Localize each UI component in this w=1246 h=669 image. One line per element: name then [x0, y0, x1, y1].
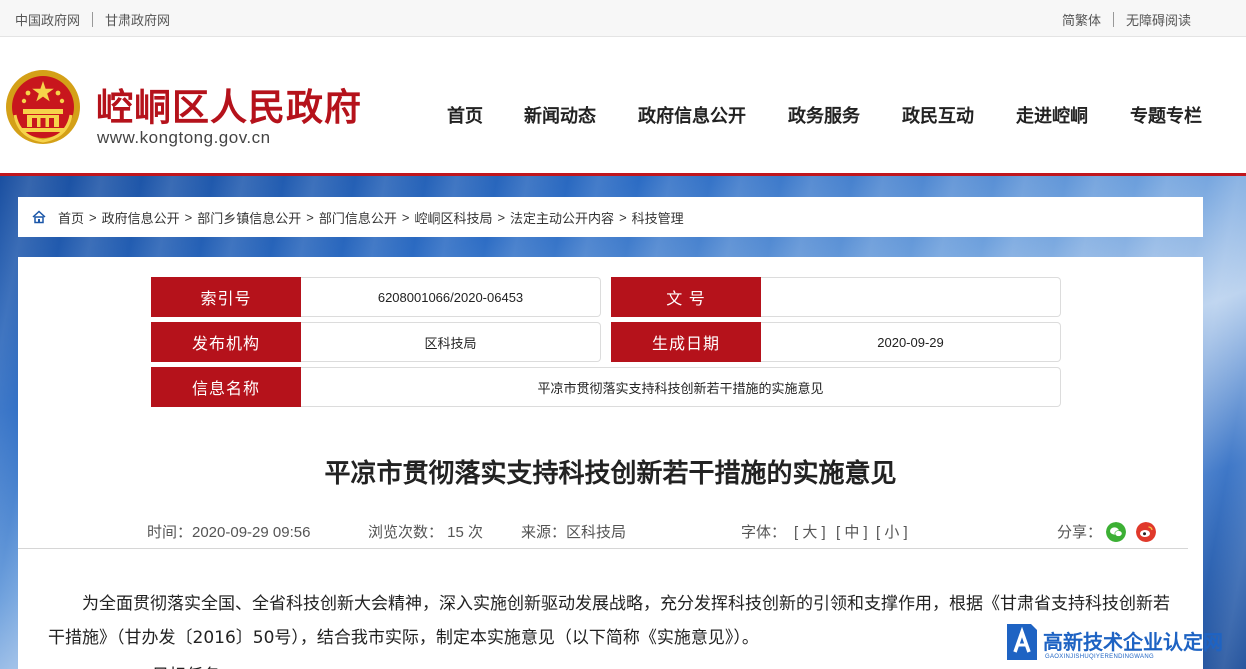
breadcrumb: 首页 > 政府信息公开 > 部门乡镇信息公开 > 部门信息公开 > 崆峒区科技局… [18, 197, 1203, 237]
meta-value: 2020-09-29 [761, 322, 1061, 362]
meta-label: 信息名称 [151, 367, 301, 407]
publish-time: 时间：2020-09-29 09:56 [147, 524, 311, 541]
site-name[interactable]: 崆峒区人民政府 [96, 77, 362, 131]
article-source: 来源：区科技局 [521, 524, 627, 541]
meta-label: 生成日期 [611, 322, 761, 362]
topbar-left-links: 中国政府网 甘肃政府网 [15, 10, 170, 29]
breadcrumb-item[interactable]: 首页 [58, 208, 84, 227]
meta-date: 生成日期 2020-09-29 [611, 322, 1061, 362]
home-icon[interactable] [32, 210, 46, 224]
site-url: www.kongtong.gov.cn [97, 128, 271, 147]
nav-news[interactable]: 新闻动态 [524, 102, 596, 128]
traditional-simplified-toggle[interactable]: 简繁体 [1062, 10, 1101, 29]
meta-doc-number: 文 号 [611, 277, 1061, 317]
breadcrumb-item[interactable]: 部门信息公开 [319, 208, 397, 227]
national-emblem-icon[interactable] [5, 67, 81, 147]
nav-interaction[interactable]: 政民互动 [902, 102, 974, 128]
breadcrumb-item[interactable]: 法定主动公开内容 [510, 208, 614, 227]
meta-value: 6208001066/2020-06453 [301, 277, 601, 317]
font-small-button[interactable]: [ 小 ] [876, 521, 908, 542]
wechat-icon[interactable] [1106, 522, 1126, 542]
breadcrumb-separator: > [306, 209, 314, 225]
meta-label: 文 号 [611, 277, 761, 317]
font-large-button[interactable]: [ 大 ] [794, 521, 826, 542]
breadcrumb-item[interactable]: 部门乡镇信息公开 [197, 208, 301, 227]
share-label: 分享： [1057, 524, 1103, 541]
link-gansu-gov[interactable]: 甘肃政府网 [105, 10, 170, 29]
nav-home[interactable]: 首页 [447, 102, 483, 128]
site-header: 崆峒区人民政府 www.kongtong.gov.cn 首页 新闻动态 政府信息… [0, 37, 1246, 175]
meta-publisher: 发布机构 区科技局 [151, 322, 601, 362]
breadcrumb-separator: > [497, 209, 506, 225]
breadcrumb-item[interactable]: 崆峒区科技局 [414, 208, 492, 227]
meta-info-name: 信息名称 平凉市贯彻落实支持科技创新若干措施的实施意见 [151, 367, 1061, 407]
meta-value: 平凉市贯彻落实支持科技创新若干措施的实施意见 [301, 367, 1061, 407]
meta-value [761, 277, 1061, 317]
link-china-gov[interactable]: 中国政府网 [15, 10, 80, 29]
breadcrumb-separator: > [401, 209, 410, 225]
weibo-icon[interactable] [1136, 522, 1156, 542]
breadcrumb-separator: > [89, 209, 97, 225]
font-size-label: 字体： [741, 524, 787, 541]
meta-divider [18, 548, 1188, 549]
watermark-logo-icon [1007, 624, 1037, 660]
breadcrumb-separator: > [619, 209, 627, 225]
meta-index: 索引号 6208001066/2020-06453 [151, 277, 601, 317]
divider [92, 12, 94, 27]
nav-special-topics[interactable]: 专题专栏 [1130, 102, 1202, 128]
breadcrumb-item-current[interactable]: 科技管理 [632, 208, 684, 227]
article-title: 平凉市贯彻落实支持科技创新若干措施的实施意见 [324, 459, 897, 489]
divider [1112, 12, 1114, 27]
accessibility-link[interactable]: 无障碍阅读 [1126, 10, 1191, 29]
meta-value: 区科技局 [301, 322, 601, 362]
nav-about-kongtong[interactable]: 走进崆峒 [1016, 102, 1088, 128]
meta-label: 索引号 [151, 277, 301, 317]
article-section-heading: 一、目标任务 [118, 661, 220, 669]
article-card: 索引号 6208001066/2020-06453 文 号 发布机构 区科技局 … [18, 257, 1203, 669]
nav-government-services[interactable]: 政务服务 [788, 102, 860, 128]
paragraph-text: 为全面贯彻落实全国、全省科技创新大会精神，深入实施创新驱动发展战略，充分发挥科技… [48, 594, 1170, 648]
watermark-subtext: GAOXINJISHUQIYERENDINGWANG [1045, 654, 1154, 660]
breadcrumb-separator: > [184, 209, 193, 225]
topbar-right-links: 简繁体 无障碍阅读 [1062, 10, 1191, 29]
meta-label: 发布机构 [151, 322, 301, 362]
font-medium-button[interactable]: [ 中 ] [836, 521, 868, 542]
breadcrumb-item[interactable]: 政府信息公开 [102, 208, 180, 227]
top-utility-bar: 中国政府网 甘肃政府网 简繁体 无障碍阅读 [0, 0, 1246, 37]
nav-info-disclosure[interactable]: 政府信息公开 [638, 102, 746, 128]
watermark-text: 高新技术企业认定网 [1043, 630, 1223, 654]
view-count: 浏览次数： 15 次 [368, 524, 484, 541]
watermark: 高新技术企业认定网 GAOXINJISHUQIYERENDINGWANG [1005, 620, 1246, 669]
